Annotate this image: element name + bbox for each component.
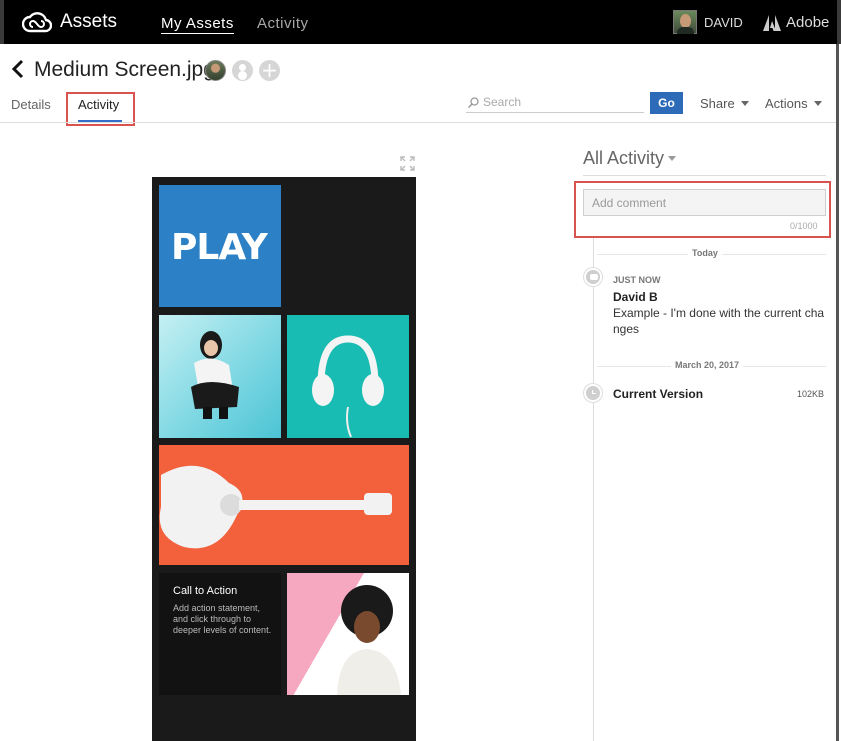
event-author[interactable]: David B (613, 290, 658, 304)
man-photo-tile (287, 573, 409, 695)
current-version-label[interactable]: Current Version (613, 387, 703, 401)
share-label: Share (700, 96, 735, 111)
chevron-down-icon (668, 156, 677, 161)
play-tile: PLAY (159, 185, 281, 307)
app-title[interactable]: Assets (60, 11, 117, 33)
nav-activity[interactable]: Activity (257, 15, 309, 32)
actions-dropdown[interactable]: Actions (765, 96, 822, 111)
woman-illustration (191, 331, 239, 419)
collaborator-avatar[interactable] (205, 60, 226, 81)
event-time: JUST NOW (613, 275, 661, 285)
creative-cloud-icon[interactable] (22, 11, 52, 33)
bubble-shape (590, 274, 598, 280)
share-dropdown[interactable]: Share (700, 96, 749, 111)
search-input[interactable] (483, 93, 643, 111)
date-label-march: March 20, 2017 (671, 360, 744, 370)
version-clock-icon (584, 384, 602, 402)
date-label-today: Today (688, 248, 722, 258)
top-bar: Assets My Assets Activity DAVID Adobe (0, 0, 841, 44)
cta-title: Call to Action (173, 585, 238, 597)
call-to-action-tile: Call to Action Add action statement, and… (159, 573, 281, 695)
clock-hand (592, 390, 596, 394)
activity-timeline (593, 238, 594, 741)
search-box (466, 93, 644, 113)
add-collaborator-icon[interactable]: + (259, 60, 280, 81)
headphones-photo-tile (287, 315, 409, 438)
woman-photo-tile (159, 315, 281, 438)
avatar-face (680, 14, 691, 28)
window-frame-edge (836, 44, 839, 741)
user-name[interactable]: DAVID (704, 15, 743, 30)
play-text: PLAY (171, 227, 268, 268)
adobe-logo-icon[interactable] (763, 15, 781, 31)
adobe-label[interactable]: Adobe (786, 14, 829, 31)
comment-bubble-icon (584, 268, 602, 286)
version-size: 102KB (797, 389, 825, 399)
headphones-illustration (312, 335, 384, 438)
highlight-box-activity-tab (66, 92, 135, 126)
chevron-down-icon (813, 101, 822, 106)
go-button[interactable]: Go (650, 92, 683, 114)
nav-my-assets[interactable]: My Assets (161, 15, 234, 34)
cta-body: Add action statement, and click through … (173, 603, 272, 635)
expand-icon[interactable] (400, 156, 415, 171)
guitar-illustration (159, 465, 392, 549)
asset-preview[interactable]: PLAY Call to Action Add action statement (152, 177, 416, 741)
back-arrow-icon[interactable] (10, 59, 26, 79)
man-illustration (337, 585, 401, 695)
actions-label: Actions (765, 96, 808, 111)
activity-header-divider (583, 175, 826, 176)
all-activity-label: All Activity (583, 148, 665, 168)
guitar-photo-tile (159, 445, 409, 565)
collaborator-placeholder-icon[interactable] (232, 60, 253, 81)
char-count: 0/1000 (790, 221, 818, 231)
chevron-down-icon (740, 101, 749, 106)
file-title: Medium Screen.jpg (34, 58, 215, 81)
tab-details[interactable]: Details (11, 97, 51, 112)
user-avatar[interactable] (673, 10, 697, 34)
avatar-shirt (677, 27, 694, 34)
add-comment-input[interactable] (583, 189, 826, 216)
header-divider (0, 122, 836, 123)
all-activity-dropdown[interactable]: All Activity (583, 148, 677, 169)
search-icon (468, 97, 479, 108)
event-comment-text: Example - I'm done with the current chan… (613, 306, 825, 336)
